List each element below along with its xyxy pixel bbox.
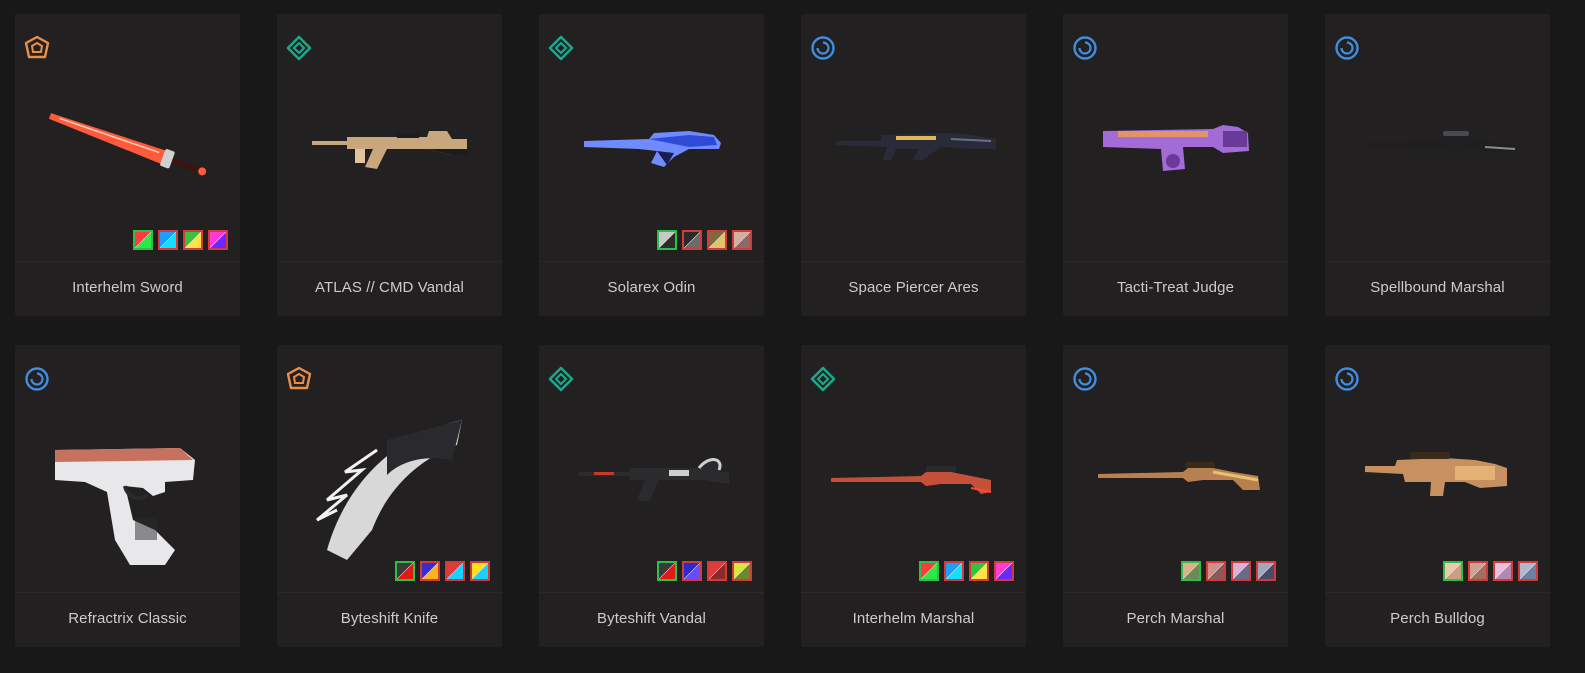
weapon-image xyxy=(277,69,502,239)
card-divider xyxy=(539,592,764,593)
deluxe-tier-icon xyxy=(1072,366,1098,392)
chroma-swatch[interactable] xyxy=(158,230,178,250)
skin-card[interactable]: Solarex Odin xyxy=(539,14,764,316)
exclusive-tier-icon xyxy=(24,35,50,61)
premium-tier-icon xyxy=(548,35,574,61)
skin-name: Perch Marshal xyxy=(1126,610,1225,627)
card-divider xyxy=(1325,592,1550,593)
chroma-swatch[interactable] xyxy=(657,230,677,250)
skin-name: Refractrix Classic xyxy=(68,610,187,627)
skin-card[interactable]: Spellbound Marshal xyxy=(1325,14,1550,316)
chroma-swatch[interactable] xyxy=(1206,561,1226,581)
chroma-swatches xyxy=(395,561,490,581)
weapon-image xyxy=(1325,400,1550,570)
chroma-swatch[interactable] xyxy=(1468,561,1488,581)
deluxe-tier-icon xyxy=(1334,35,1360,61)
weapon-image xyxy=(15,69,240,239)
chroma-swatch[interactable] xyxy=(707,230,727,250)
chroma-swatches xyxy=(1443,561,1538,581)
chroma-swatch[interactable] xyxy=(732,230,752,250)
weapon-image xyxy=(539,69,764,239)
weapon-image xyxy=(277,400,502,570)
chroma-swatch[interactable] xyxy=(1493,561,1513,581)
chroma-swatch[interactable] xyxy=(682,230,702,250)
chroma-swatch[interactable] xyxy=(732,561,752,581)
card-divider xyxy=(277,261,502,262)
premium-tier-icon xyxy=(810,366,836,392)
exclusive-tier-icon xyxy=(286,366,312,392)
chroma-swatches xyxy=(657,230,752,250)
chroma-swatch[interactable] xyxy=(994,561,1014,581)
weapon-image xyxy=(15,400,240,570)
skin-name: ATLAS // CMD Vandal xyxy=(315,279,464,296)
skin-name: Byteshift Knife xyxy=(340,610,439,627)
chroma-swatch[interactable] xyxy=(395,561,415,581)
chroma-swatch[interactable] xyxy=(183,230,203,250)
skin-card[interactable]: Refractrix Classic xyxy=(15,345,240,647)
card-divider xyxy=(15,261,240,262)
chroma-swatch[interactable] xyxy=(470,561,490,581)
weapon-image xyxy=(801,400,1026,570)
weapon-image xyxy=(1325,69,1550,239)
chroma-swatches xyxy=(657,561,752,581)
card-divider xyxy=(801,592,1026,593)
chroma-swatch[interactable] xyxy=(944,561,964,581)
chroma-swatch[interactable] xyxy=(969,561,989,581)
chroma-swatch[interactable] xyxy=(657,561,677,581)
card-divider xyxy=(801,261,1026,262)
skin-card[interactable]: Byteshift Vandal xyxy=(539,345,764,647)
chroma-swatch[interactable] xyxy=(1231,561,1251,581)
skin-name: Byteshift Vandal xyxy=(597,610,706,627)
chroma-swatch[interactable] xyxy=(420,561,440,581)
card-divider xyxy=(1063,261,1288,262)
skin-name: Spellbound Marshal xyxy=(1370,279,1505,296)
chroma-swatch[interactable] xyxy=(445,561,465,581)
chroma-swatch[interactable] xyxy=(1518,561,1538,581)
chroma-swatch[interactable] xyxy=(1181,561,1201,581)
skin-name: Perch Bulldog xyxy=(1390,610,1485,627)
chroma-swatch[interactable] xyxy=(1256,561,1276,581)
weapon-image xyxy=(1063,69,1288,239)
chroma-swatch[interactable] xyxy=(707,561,727,581)
chroma-swatch[interactable] xyxy=(1443,561,1463,581)
weapon-image xyxy=(539,400,764,570)
deluxe-tier-icon xyxy=(810,35,836,61)
deluxe-tier-icon xyxy=(1334,366,1360,392)
skin-card[interactable]: ATLAS // CMD Vandal xyxy=(277,14,502,316)
deluxe-tier-icon xyxy=(24,366,50,392)
skin-name: Interhelm Sword xyxy=(72,279,183,296)
skin-card[interactable]: Perch Marshal xyxy=(1063,345,1288,647)
premium-tier-icon xyxy=(286,35,312,61)
card-divider xyxy=(1325,261,1550,262)
chroma-swatch[interactable] xyxy=(682,561,702,581)
skin-name: Interhelm Marshal xyxy=(852,610,975,627)
skin-name: Tacti-Treat Judge xyxy=(1116,279,1235,296)
chroma-swatch[interactable] xyxy=(919,561,939,581)
skin-card[interactable]: Perch Bulldog xyxy=(1325,345,1550,647)
chroma-swatches xyxy=(1181,561,1276,581)
weapon-image xyxy=(1063,400,1288,570)
skin-card[interactable]: Tacti-Treat Judge xyxy=(1063,14,1288,316)
card-divider xyxy=(1063,592,1288,593)
skin-card[interactable]: Interhelm Sword xyxy=(15,14,240,316)
chroma-swatch[interactable] xyxy=(208,230,228,250)
deluxe-tier-icon xyxy=(1072,35,1098,61)
skins-grid: Interhelm Sword ATLAS // CMD Vandal Sola… xyxy=(0,0,1585,673)
card-divider xyxy=(277,592,502,593)
skin-name: Solarex Odin xyxy=(607,279,696,296)
skin-card[interactable]: Byteshift Knife xyxy=(277,345,502,647)
card-divider xyxy=(539,261,764,262)
skin-card[interactable]: Interhelm Marshal xyxy=(801,345,1026,647)
skin-name: Space Piercer Ares xyxy=(848,279,979,296)
chroma-swatches xyxy=(919,561,1014,581)
chroma-swatch[interactable] xyxy=(133,230,153,250)
chroma-swatches xyxy=(133,230,228,250)
weapon-image xyxy=(801,69,1026,239)
premium-tier-icon xyxy=(548,366,574,392)
skin-card[interactable]: Space Piercer Ares xyxy=(801,14,1026,316)
card-divider xyxy=(15,592,240,593)
